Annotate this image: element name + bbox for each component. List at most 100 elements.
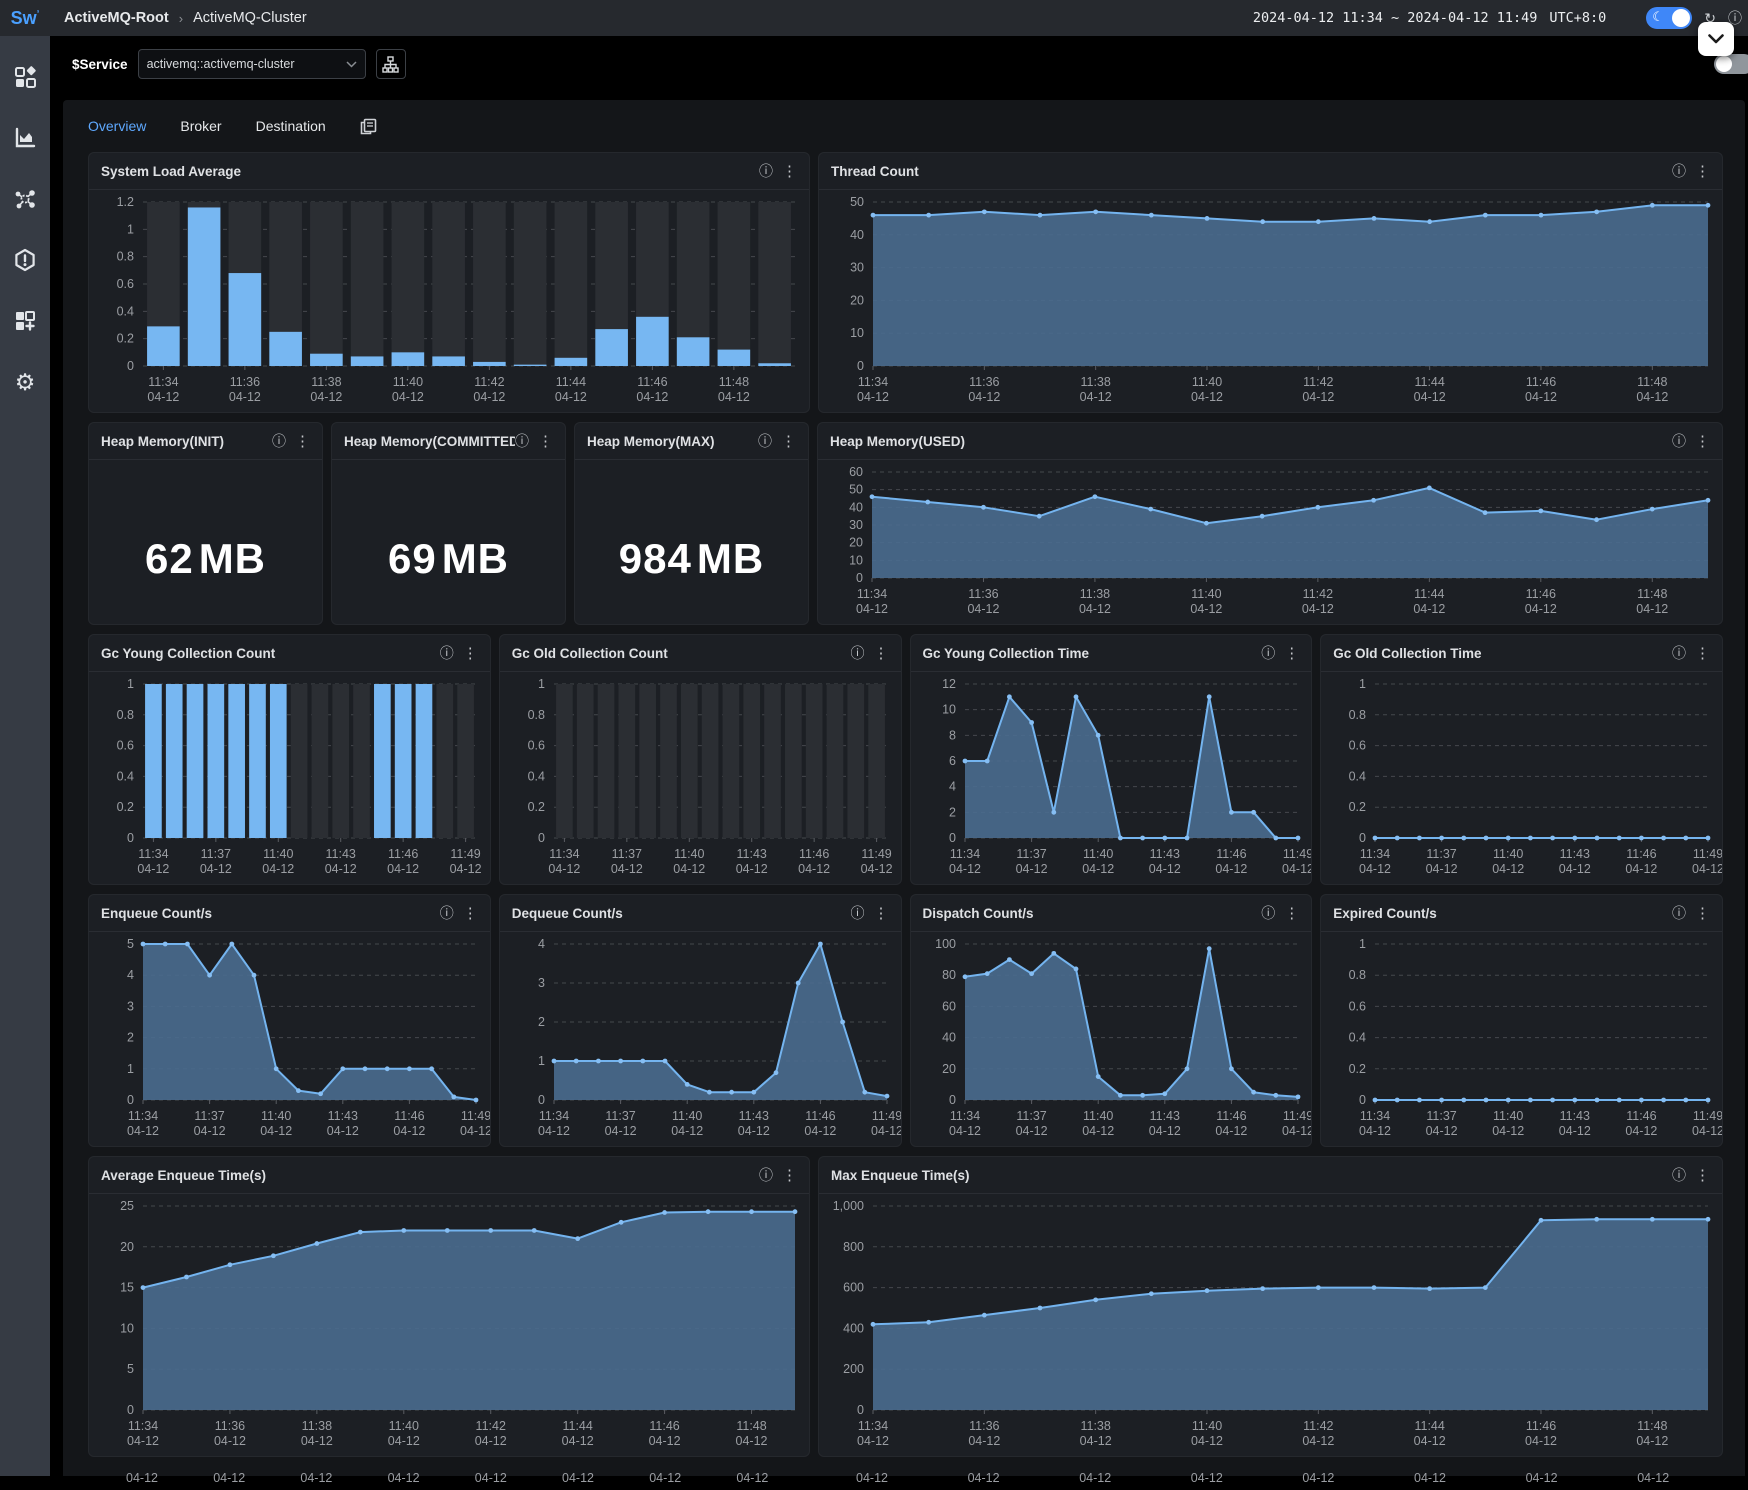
svg-text:8: 8: [949, 728, 956, 742]
svg-text:1.2: 1.2: [117, 195, 134, 209]
panel-heap-max: Heap Memory(MAX)ⓘ⋮984MB: [574, 422, 809, 625]
panel-header: Heap Memory(USED)ⓘ ⋮: [818, 423, 1722, 460]
time-range-picker[interactable]: 2024-04-12 11:34 ~ 2024-04-12 11:49: [1253, 10, 1537, 26]
kebab-menu-icon[interactable]: ⋮: [1695, 644, 1710, 662]
svg-text:04-12: 04-12: [1637, 1471, 1669, 1485]
panel-title: Heap Memory(USED): [830, 434, 1672, 449]
kebab-menu-icon[interactable]: ⋮: [874, 644, 889, 662]
kebab-menu-icon[interactable]: ⋮: [782, 1166, 797, 1184]
app-logo[interactable]: Swʼ: [0, 8, 50, 29]
marketplace-icon[interactable]: [12, 125, 38, 151]
kebab-menu-icon[interactable]: ⋮: [1284, 904, 1299, 922]
info-icon[interactable]: ⓘ: [1672, 903, 1686, 923]
svg-text:04-12: 04-12: [1414, 1471, 1446, 1485]
service-topology-button[interactable]: [376, 49, 406, 79]
svg-text:11:4904-12: 11:4904-12: [860, 847, 892, 876]
svg-text:11:4204-12: 11:4204-12: [1302, 1419, 1334, 1448]
widgets-icon[interactable]: [12, 308, 38, 334]
svg-text:11:3804-12: 11:3804-12: [301, 1419, 333, 1448]
kebab-menu-icon[interactable]: ⋮: [1695, 904, 1710, 922]
tab-bar: Overview Broker Destination: [63, 100, 1745, 152]
view-mode-toggle[interactable]: V: [1714, 54, 1748, 74]
panel-max-enqueue-time: Max Enqueue Time(s)ⓘ⋮02004006008001,0001…: [818, 1156, 1723, 1457]
svg-text:0.2: 0.2: [527, 800, 544, 814]
info-icon[interactable]: ⓘ: [851, 643, 865, 663]
breadcrumb-separator-icon: ›: [179, 11, 183, 26]
svg-text:1: 1: [127, 222, 134, 236]
toggle-pill[interactable]: [1714, 54, 1748, 74]
info-icon[interactable]: ⓘ: [1672, 1165, 1686, 1185]
info-icon[interactable]: ⓘ: [272, 431, 286, 451]
chart-area: 00.20.40.60.8111:3404-1211:3704-1211:400…: [500, 672, 901, 884]
info-icon[interactable]: ⓘ: [759, 1165, 773, 1185]
tab-destination[interactable]: Destination: [256, 118, 326, 134]
svg-text:11:4904-12: 11:4904-12: [1692, 847, 1722, 876]
info-icon[interactable]: ⓘ: [1672, 431, 1686, 451]
svg-text:1: 1: [538, 1054, 545, 1068]
kebab-menu-icon[interactable]: ⋮: [295, 432, 310, 450]
dashboards-icon[interactable]: [12, 64, 38, 90]
metric-big-value: 984MB: [575, 460, 808, 624]
breadcrumb-root[interactable]: ActiveMQ-Root: [64, 10, 169, 26]
svg-text:12: 12: [942, 677, 956, 691]
info-icon[interactable]: ⓘ: [440, 903, 454, 923]
kebab-menu-icon[interactable]: ⋮: [1284, 644, 1299, 662]
svg-text:11:4604-12: 11:4604-12: [1525, 375, 1557, 404]
info-icon[interactable]: ⓘ: [851, 903, 865, 923]
svg-text:15: 15: [120, 1281, 134, 1295]
svg-text:0.6: 0.6: [117, 739, 134, 753]
copy-icon[interactable]: [360, 118, 377, 135]
panel-header: Expired Count/sⓘ⋮: [1321, 895, 1722, 932]
info-icon[interactable]: ⓘ: [1672, 161, 1686, 181]
svg-text:3: 3: [127, 999, 134, 1013]
kebab-menu-icon[interactable]: ⋮: [538, 432, 553, 450]
info-icon[interactable]: ⓘ: [1672, 643, 1686, 663]
alerting-icon[interactable]: [12, 247, 38, 273]
tab-broker[interactable]: Broker: [180, 118, 221, 134]
kebab-menu-icon[interactable]: ⋮: [1695, 1166, 1710, 1184]
chevron-down-icon: [1708, 34, 1724, 44]
chevron-down-icon: [346, 61, 357, 68]
toggle-knob: [1672, 9, 1690, 27]
svg-text:800: 800: [843, 1240, 864, 1254]
svg-text:40: 40: [849, 500, 863, 514]
svg-text:11:3404-12: 11:3404-12: [127, 1109, 159, 1138]
collapse-header-button[interactable]: [1698, 22, 1734, 56]
svg-text:0.6: 0.6: [1349, 739, 1366, 753]
svg-text:11:4604-12: 11:4604-12: [636, 375, 668, 404]
svg-text:11:4004-12: 11:4004-12: [1082, 847, 1114, 876]
tab-overview[interactable]: Overview: [88, 118, 146, 134]
chart-area: 02004006008001,00011:3404-1211:3604-1211…: [819, 1194, 1722, 1456]
service-select[interactable]: activemq::activemq-cluster: [138, 49, 366, 79]
kebab-menu-icon[interactable]: ⋮: [782, 162, 797, 180]
kebab-menu-icon[interactable]: ⋮: [463, 644, 478, 662]
panel-title: Dequeue Count/s: [512, 906, 851, 921]
chart-area: 00.20.40.60.8111:3404-1211:3704-1211:400…: [1321, 672, 1722, 884]
svg-text:11:3404-12: 11:3404-12: [1359, 847, 1391, 876]
svg-text:11:4904-12: 11:4904-12: [871, 1109, 901, 1138]
chart-svg: 02040608010011:3404-1211:3704-1211:4004-…: [911, 932, 1312, 1146]
kebab-menu-icon[interactable]: ⋮: [874, 904, 889, 922]
panel-expired: Expired Count/sⓘ⋮00.20.40.60.8111:3404-1…: [1320, 894, 1723, 1147]
info-icon[interactable]: ⓘ: [440, 643, 454, 663]
svg-text:11:4204-12: 11:4204-12: [473, 375, 505, 404]
info-icon[interactable]: ⓘ: [1261, 643, 1275, 663]
info-icon[interactable]: ⓘ: [758, 431, 772, 451]
kebab-menu-icon[interactable]: ⋮: [463, 904, 478, 922]
info-icon[interactable]: ⓘ: [515, 431, 529, 451]
dark-mode-toggle[interactable]: ☾: [1646, 7, 1692, 29]
svg-text:0.2: 0.2: [117, 800, 134, 814]
settings-icon[interactable]: ⚙: [12, 369, 38, 395]
svg-text:11:3704-12: 11:3704-12: [604, 1109, 636, 1138]
svg-text:11:4004-12: 11:4004-12: [1492, 847, 1524, 876]
kebab-menu-icon[interactable]: ⋮: [1695, 432, 1710, 450]
kebab-menu-icon[interactable]: ⋮: [1695, 162, 1710, 180]
info-icon[interactable]: ⓘ: [759, 161, 773, 181]
svg-text:11:3804-12: 11:3804-12: [1079, 587, 1111, 616]
info-icon[interactable]: ⓘ: [1261, 903, 1275, 923]
svg-text:11:3404-12: 11:3404-12: [856, 587, 888, 616]
chart-svg: 00.20.40.60.8111:3404-1211:3704-1211:400…: [89, 672, 490, 884]
kebab-menu-icon[interactable]: ⋮: [781, 432, 796, 450]
topology-icon[interactable]: [12, 186, 38, 212]
svg-text:11:4004-12: 11:4004-12: [388, 1419, 420, 1448]
